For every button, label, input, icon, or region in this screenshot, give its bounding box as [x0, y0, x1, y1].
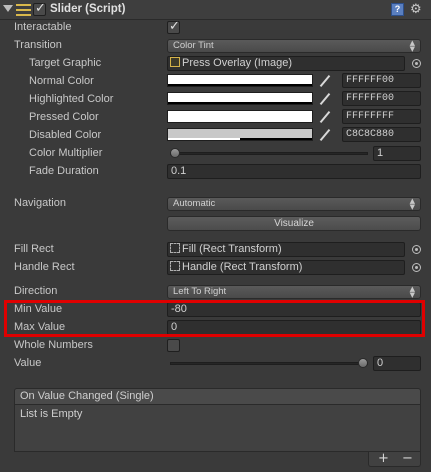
color-multiplier-slider-handle[interactable]	[170, 148, 180, 158]
whole-numbers-checkbox[interactable]	[167, 339, 180, 352]
disabled-color-hex[interactable]: C8C8C880	[342, 127, 421, 142]
normal-color-hex[interactable]: FFFFFF00	[342, 73, 421, 88]
color-multiplier-label: Color Multiplier	[29, 147, 103, 159]
navigation-value: Automatic	[173, 198, 216, 209]
whole-numbers-label: Whole Numbers	[14, 339, 93, 351]
transition-label: Transition	[14, 39, 62, 51]
value-input[interactable]: 0	[373, 356, 421, 371]
transition-dropdown[interactable]: Color Tint ▲ ▼	[167, 39, 421, 53]
dropdown-arrows-icon: ▲ ▼	[409, 285, 415, 299]
interactable-label: Interactable	[14, 21, 72, 33]
dropdown-arrows-icon: ▲ ▼	[409, 197, 415, 211]
pressed-color-label: Pressed Color	[29, 111, 99, 123]
interactable-checkbox[interactable]	[167, 19, 180, 34]
value-slider-handle[interactable]	[358, 358, 368, 368]
on-value-changed-list: List is Empty	[14, 404, 421, 452]
add-icon[interactable]: +	[378, 452, 389, 466]
target-graphic-field[interactable]: Press Overlay (Image)	[167, 56, 405, 71]
value-label: Value	[14, 357, 42, 369]
script-icon	[16, 3, 31, 17]
component-title: Slider (Script)	[50, 3, 126, 15]
fill-rect-field[interactable]: Fill (Rect Transform)	[167, 242, 405, 257]
dropdown-arrows-icon: ▲ ▼	[409, 39, 415, 53]
navigation-dropdown[interactable]: Automatic ▲ ▼	[167, 197, 421, 211]
object-picker-icon[interactable]	[412, 263, 421, 272]
navigation-label: Navigation	[14, 197, 66, 209]
on-value-changed-header: On Value Changed (Single)	[14, 388, 421, 405]
event-footer: + −	[368, 452, 421, 467]
direction-value: Left To Right	[173, 286, 227, 297]
highlighted-color-hex[interactable]: FFFFFF00	[342, 91, 421, 106]
direction-label: Direction	[14, 285, 58, 297]
color-multiplier-slider-track[interactable]	[170, 152, 368, 155]
eyedropper-icon[interactable]	[318, 74, 332, 88]
object-picker-icon[interactable]	[412, 245, 421, 254]
min-max-highlight-box	[4, 300, 425, 337]
remove-icon[interactable]: −	[402, 452, 413, 466]
help-icon[interactable]: ?	[391, 3, 404, 16]
component-enabled-checkbox[interactable]	[33, 1, 46, 16]
highlighted-color-swatch[interactable]	[167, 92, 313, 105]
rect-transform-icon	[170, 261, 180, 271]
color-multiplier-input[interactable]: 1	[373, 146, 421, 161]
fill-rect-value: Fill (Rect Transform)	[182, 243, 282, 255]
image-icon	[170, 57, 180, 67]
fade-duration-label: Fade Duration	[29, 165, 99, 177]
handle-rect-label: Handle Rect	[14, 261, 75, 273]
direction-dropdown[interactable]: Left To Right ▲ ▼	[167, 285, 421, 299]
transition-value: Color Tint	[173, 40, 214, 51]
disabled-color-label: Disabled Color	[29, 129, 102, 141]
eyedropper-icon[interactable]	[318, 110, 332, 124]
highlighted-color-label: Highlighted Color	[29, 93, 114, 105]
handle-rect-value: Handle (Rect Transform)	[182, 261, 303, 273]
gear-icon[interactable]: ⚙	[410, 3, 423, 16]
pressed-color-swatch[interactable]	[167, 110, 313, 123]
target-graphic-label: Target Graphic	[29, 57, 102, 69]
eyedropper-icon[interactable]	[318, 128, 332, 142]
list-empty-text: List is Empty	[20, 408, 83, 420]
disabled-color-swatch[interactable]	[167, 128, 313, 141]
object-picker-icon[interactable]	[412, 59, 421, 68]
pressed-color-hex[interactable]: FFFFFFFF	[342, 109, 421, 124]
fill-rect-label: Fill Rect	[14, 243, 54, 255]
normal-color-swatch[interactable]	[167, 74, 313, 87]
eyedropper-icon[interactable]	[318, 92, 332, 106]
fade-duration-input[interactable]: 0.1	[167, 164, 421, 179]
value-slider-track[interactable]	[170, 362, 368, 365]
handle-rect-field[interactable]: Handle (Rect Transform)	[167, 260, 405, 275]
normal-color-label: Normal Color	[29, 75, 94, 87]
fold-arrow-icon[interactable]	[3, 5, 13, 12]
target-graphic-value: Press Overlay (Image)	[182, 57, 293, 69]
rect-transform-icon	[170, 243, 180, 253]
visualize-button[interactable]: Visualize	[167, 216, 421, 231]
